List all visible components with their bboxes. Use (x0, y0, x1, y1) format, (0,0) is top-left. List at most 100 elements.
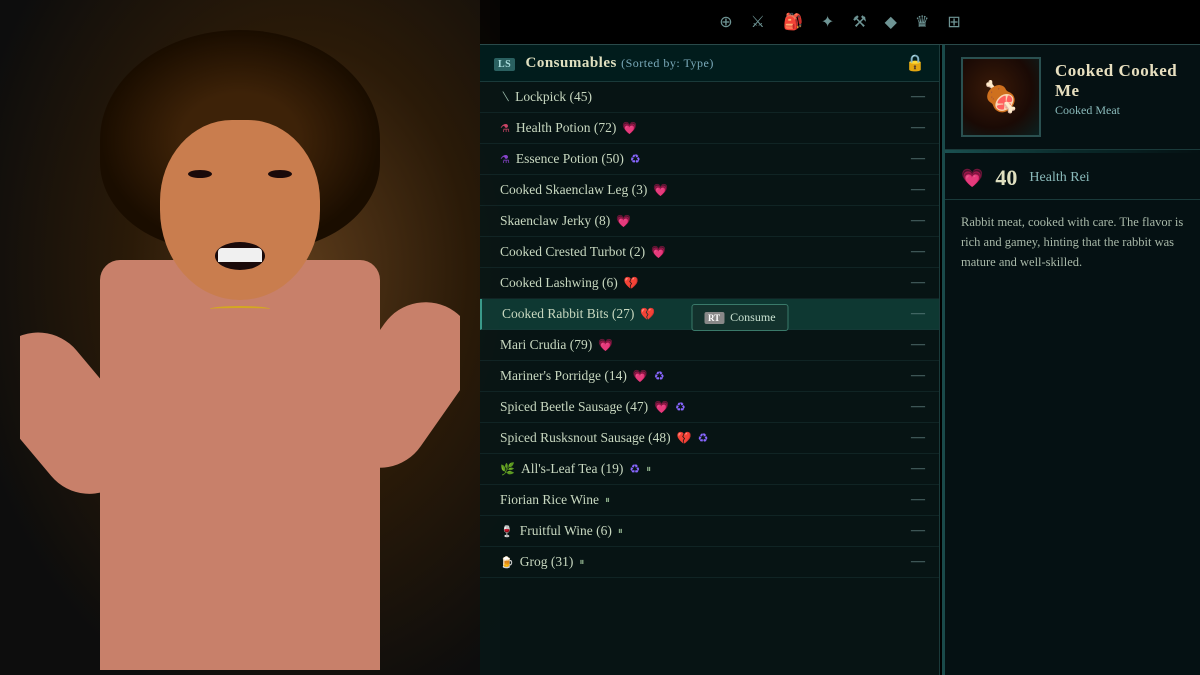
broken-heart-icon: 💔 (640, 307, 655, 322)
item-thumbnail: 🍖 (961, 57, 1041, 137)
person-figure (20, 30, 460, 670)
item-text: Spiced Rusksnout Sausage (48) (500, 430, 671, 446)
inventory-icon[interactable]: 🎒 (783, 12, 803, 32)
lock-icon[interactable]: 🔒 (905, 53, 925, 73)
list-item[interactable]: Skaenclaw Jerky (8) 💗 — (480, 206, 939, 237)
heart-icon: 💗 (653, 183, 668, 198)
rt-badge: RT (704, 312, 724, 324)
grog-icon: 🍺 (500, 556, 514, 569)
item-name: Cooked Crested Turbot (2) 💗 (500, 244, 903, 260)
item-dash: — (911, 523, 925, 539)
inventory-list: ⟍ Lockpick (45) — ⚗ Health Potion (72) 💗… (480, 82, 939, 675)
item-text: Skaenclaw Jerky (8) (500, 213, 610, 229)
list-item[interactable]: ⚗ Essence Potion (50) ♻ — (480, 144, 939, 175)
heart-icon: 💗 (598, 338, 613, 353)
item-name: ⚗ Essence Potion (50) ♻ (500, 151, 903, 167)
broken-heart-icon: 💔 (677, 431, 692, 446)
essence-icon: ♻ (629, 462, 640, 477)
consume-label: Consume (730, 310, 775, 325)
item-text: Cooked Skaenclaw Leg (3) (500, 182, 647, 198)
list-item[interactable]: 🍺 Grog (31) ⏸ — (480, 547, 939, 578)
essence-icon: ♻ (630, 152, 641, 167)
item-dash: — (911, 120, 925, 136)
list-item[interactable]: Spiced Rusksnout Sausage (48) 💔 ♻ — (480, 423, 939, 454)
detail-description: Rabbit meat, cooked with care. The flavo… (945, 200, 1200, 284)
face (160, 120, 320, 300)
heart-icon: 💗 (633, 369, 648, 384)
inventory-header: LS Consumables (Sorted by: Type) 🔒 (480, 45, 939, 82)
item-dash: — (911, 213, 925, 229)
item-dash: — (911, 306, 925, 322)
inventory-panel: LS Consumables (Sorted by: Type) 🔒 ⟍ Loc… (480, 45, 940, 675)
detail-title-area: Cooked Cooked Me Cooked Meat (1055, 57, 1184, 118)
item-name: 🍺 Grog (31) ⏸ (500, 554, 903, 570)
item-name: Mariner's Porridge (14) 💗 ♻ (500, 368, 903, 384)
character-icon[interactable]: ⊕ (719, 12, 732, 32)
list-item[interactable]: Cooked Crested Turbot (2) 💗 — (480, 237, 939, 268)
list-item[interactable]: Mari Crudia (79) 💗 — (480, 330, 939, 361)
icon-bar: ⊕ ⚔ 🎒 ✦ ⚒ ◆ ♛ ⊞ (480, 0, 1200, 45)
heart-icon: 💗 (651, 245, 666, 260)
essence-icon: ♻ (698, 431, 709, 446)
food-icon: ⏸ (618, 526, 623, 537)
list-item[interactable]: 🍷 Fruitful Wine (6) ⏸ — (480, 516, 939, 547)
essence-icon: ♻ (654, 369, 665, 384)
anvil-icon[interactable]: ⚒ (852, 12, 866, 32)
game-ui: ⊕ ⚔ 🎒 ✦ ⚒ ◆ ♛ ⊞ LS Consumables (Sorted b… (480, 0, 1200, 675)
main-content: LS Consumables (Sorted by: Type) 🔒 ⟍ Loc… (480, 45, 1200, 675)
gem-icon[interactable]: ◆ (885, 12, 897, 32)
list-item[interactable]: Cooked Skaenclaw Leg (3) 💗 — (480, 175, 939, 206)
item-dash: — (911, 368, 925, 384)
item-name: 🌿 All's-Leaf Tea (19) ♻ ⏸ (500, 461, 903, 477)
ls-badge: LS (494, 58, 515, 71)
list-item[interactable]: ⟍ Lockpick (45) — (480, 82, 939, 113)
list-item-selected[interactable]: Cooked Rabbit Bits (27) 💔 — RT Consume (480, 299, 939, 330)
crown-icon[interactable]: ♛ (915, 12, 929, 32)
item-dash: — (911, 554, 925, 570)
item-dash: — (911, 89, 925, 105)
leaf-icon: 🌿 (500, 462, 515, 477)
consume-tooltip: RT Consume (691, 304, 789, 331)
list-item[interactable]: ⚗ Health Potion (72) 💗 — (480, 113, 939, 144)
item-text: Health Potion (72) (516, 120, 617, 136)
food-icon: ⏸ (579, 557, 584, 568)
item-text: Cooked Rabbit Bits (27) (502, 306, 634, 322)
inventory-title-text: Consumables (525, 55, 616, 71)
item-dash: — (911, 244, 925, 260)
item-dash: — (911, 492, 925, 508)
sorted-by: (Sorted by: Type) (621, 56, 714, 70)
list-item[interactable]: Spiced Beetle Sausage (47) 💗 ♻ — (480, 392, 939, 423)
item-dash: — (911, 399, 925, 415)
essence-icon: ♻ (675, 400, 686, 415)
item-dash: — (911, 461, 925, 477)
item-text: Mariner's Porridge (14) (500, 368, 627, 384)
item-name: Mari Crudia (79) 💗 (500, 337, 903, 353)
item-name: Spiced Rusksnout Sausage (48) 💔 ♻ (500, 430, 903, 446)
list-item[interactable]: Mariner's Porridge (14) 💗 ♻ — (480, 361, 939, 392)
list-item[interactable]: Cooked Lashwing (6) 💔 — (480, 268, 939, 299)
heart-icon: 💗 (616, 214, 631, 229)
list-item[interactable]: 🌿 All's-Leaf Tea (19) ♻ ⏸ — (480, 454, 939, 485)
item-text: Spiced Beetle Sausage (47) (500, 399, 648, 415)
essence-potion-icon: ⚗ (500, 153, 510, 166)
item-text: Cooked Crested Turbot (2) (500, 244, 645, 260)
detail-panel: 🍖 Cooked Cooked Me Cooked Meat 💗 40 Heal… (942, 45, 1200, 675)
wine-icon: 🍷 (500, 525, 514, 538)
detail-item-subtitle: Cooked Meat (1055, 103, 1184, 118)
map-icon[interactable]: ⊞ (947, 12, 960, 32)
item-text: Fiorian Rice Wine (500, 492, 599, 508)
list-item[interactable]: Fiorian Rice Wine ⏸ — (480, 485, 939, 516)
skills-icon[interactable]: ✦ (821, 12, 834, 32)
item-name: 🍷 Fruitful Wine (6) ⏸ (500, 523, 903, 539)
item-dash: — (911, 430, 925, 446)
heart-icon: 💗 (622, 121, 637, 136)
inventory-title: LS Consumables (Sorted by: Type) (494, 55, 714, 72)
item-text: Cooked Lashwing (6) (500, 275, 618, 291)
sword-icon[interactable]: ⚔ (751, 12, 765, 32)
item-name: Cooked Lashwing (6) 💔 (500, 275, 903, 291)
body (100, 260, 380, 670)
item-name: ⟍ Lockpick (45) (500, 89, 903, 105)
item-text: Lockpick (45) (515, 89, 592, 105)
item-name: Spiced Beetle Sausage (47) 💗 ♻ (500, 399, 903, 415)
food-icon: ⏸ (605, 495, 610, 506)
